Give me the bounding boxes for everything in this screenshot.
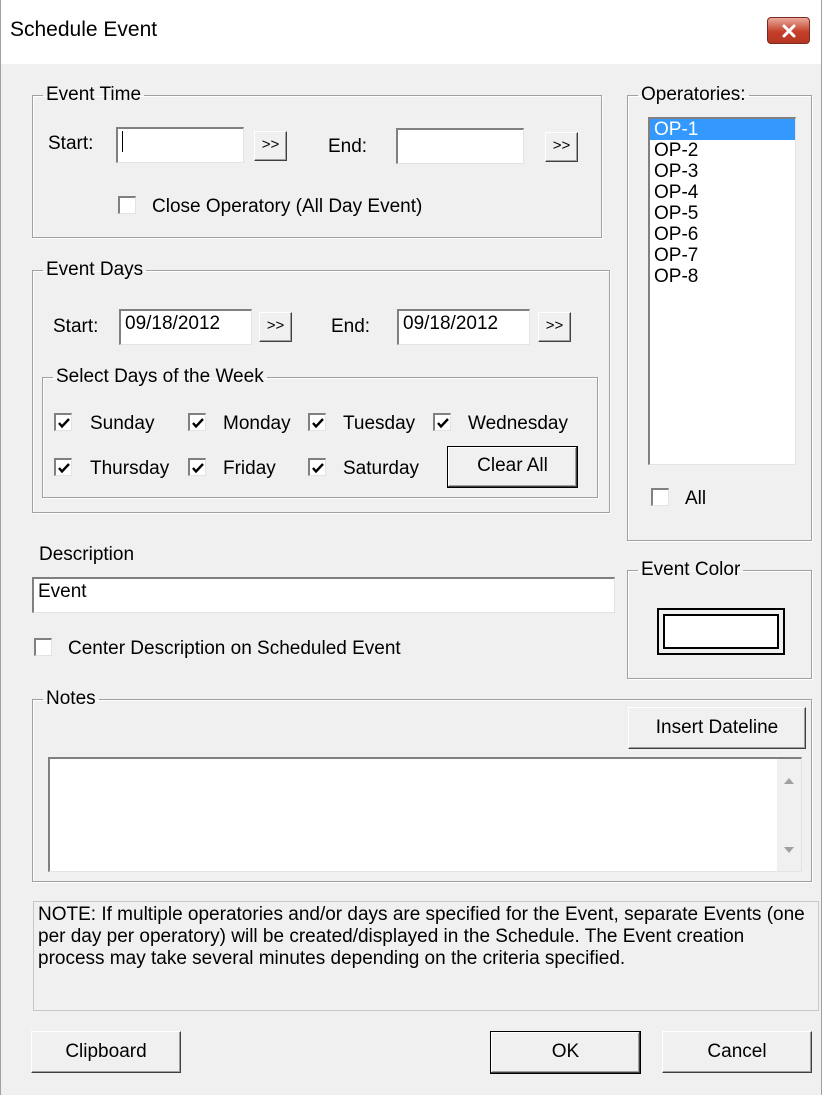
event-time-end-input[interactable] — [396, 128, 524, 164]
event-time-start-picker-button[interactable]: >> — [254, 131, 287, 161]
schedule-event-dialog: Schedule Event Event Time Start: >> End:… — [0, 0, 822, 1095]
wednesday-checkbox[interactable] — [433, 413, 451, 431]
days-of-week-legend: Select Days of the Week — [56, 366, 264, 387]
sunday-label: Sunday — [90, 413, 155, 434]
operatory-list-item[interactable]: OP-4 — [650, 182, 795, 203]
description-input[interactable]: Event — [32, 577, 615, 613]
ok-button[interactable]: OK — [490, 1031, 641, 1074]
close-operatory-checkbox[interactable] — [118, 196, 136, 214]
text-cursor — [122, 131, 123, 153]
event-days-legend: Event Days — [46, 259, 144, 280]
center-description-label: Center Description on Scheduled Event — [68, 638, 401, 659]
note-text: NOTE: If multiple operatories and/or day… — [33, 901, 819, 1011]
event-days-end-label: End: — [331, 316, 371, 337]
event-time-start-input[interactable] — [116, 127, 244, 163]
checkmark-icon — [312, 463, 324, 474]
all-operatories-checkbox[interactable] — [651, 488, 669, 506]
notes-textarea[interactable] — [48, 757, 802, 872]
operatory-list-item[interactable]: OP-6 — [650, 224, 795, 245]
insert-dateline-button[interactable]: Insert Dateline — [628, 707, 806, 749]
close-icon — [782, 24, 796, 38]
cancel-button[interactable]: Cancel — [662, 1031, 812, 1073]
notes-scrollbar[interactable] — [777, 759, 801, 871]
saturday-label: Saturday — [343, 458, 420, 479]
close-button[interactable] — [767, 17, 810, 44]
monday-checkbox[interactable] — [188, 413, 206, 431]
friday-label: Friday — [223, 458, 276, 479]
all-operatories-label: All — [685, 488, 707, 509]
operatory-list-item[interactable]: OP-8 — [650, 266, 795, 287]
operatory-list-item[interactable]: OP-2 — [650, 140, 795, 161]
event-time-start-label: Start: — [48, 133, 94, 154]
notes-legend: Notes — [46, 688, 96, 709]
thursday-checkbox[interactable] — [54, 458, 72, 476]
operatory-list-item[interactable]: OP-5 — [650, 203, 795, 224]
tuesday-label: Tuesday — [343, 413, 416, 434]
saturday-checkbox[interactable] — [308, 458, 326, 476]
event-time-end-picker-button[interactable]: >> — [545, 132, 578, 162]
monday-label: Monday — [223, 413, 291, 434]
window-title: Schedule Event — [10, 18, 158, 41]
checkmark-icon — [192, 418, 204, 429]
operatories-list[interactable]: OP-1 OP-2 OP-3 OP-4 OP-5 OP-6 OP-7 OP-8 — [648, 117, 796, 465]
friday-checkbox[interactable] — [188, 458, 206, 476]
event-days-start-label: Start: — [53, 316, 99, 337]
clipboard-button[interactable]: Clipboard — [31, 1031, 181, 1073]
thursday-label: Thursday — [90, 458, 170, 479]
checkmark-icon — [58, 418, 70, 429]
operatories-legend: Operatories: — [641, 84, 746, 105]
operatory-list-item[interactable]: OP-1 — [650, 119, 795, 140]
checkmark-icon — [58, 463, 70, 474]
event-color-swatch[interactable] — [657, 608, 785, 655]
event-color-legend: Event Color — [641, 559, 741, 580]
event-days-end-input[interactable]: 09/18/2012 — [397, 309, 530, 345]
clear-all-button[interactable]: Clear All — [447, 446, 578, 488]
close-operatory-label: Close Operatory (All Day Event) — [152, 196, 423, 217]
event-days-end-picker-button[interactable]: >> — [538, 312, 571, 342]
title-bar: Schedule Event — [1, 0, 821, 64]
wednesday-label: Wednesday — [468, 413, 568, 434]
event-time-end-label: End: — [328, 136, 368, 157]
sunday-checkbox[interactable] — [54, 413, 72, 431]
event-color-fill — [663, 614, 779, 649]
event-time-legend: Event Time — [46, 84, 142, 105]
scroll-down-icon — [784, 847, 794, 853]
event-days-start-input[interactable]: 09/18/2012 — [119, 309, 252, 345]
checkmark-icon — [192, 463, 204, 474]
scroll-up-icon — [784, 778, 794, 784]
event-days-start-picker-button[interactable]: >> — [259, 312, 292, 342]
center-description-checkbox[interactable] — [34, 638, 52, 656]
checkmark-icon — [437, 418, 449, 429]
tuesday-checkbox[interactable] — [308, 413, 326, 431]
checkmark-icon — [312, 418, 324, 429]
operatory-list-item[interactable]: OP-3 — [650, 161, 795, 182]
operatory-list-item[interactable]: OP-7 — [650, 245, 795, 266]
description-label: Description — [39, 544, 135, 565]
